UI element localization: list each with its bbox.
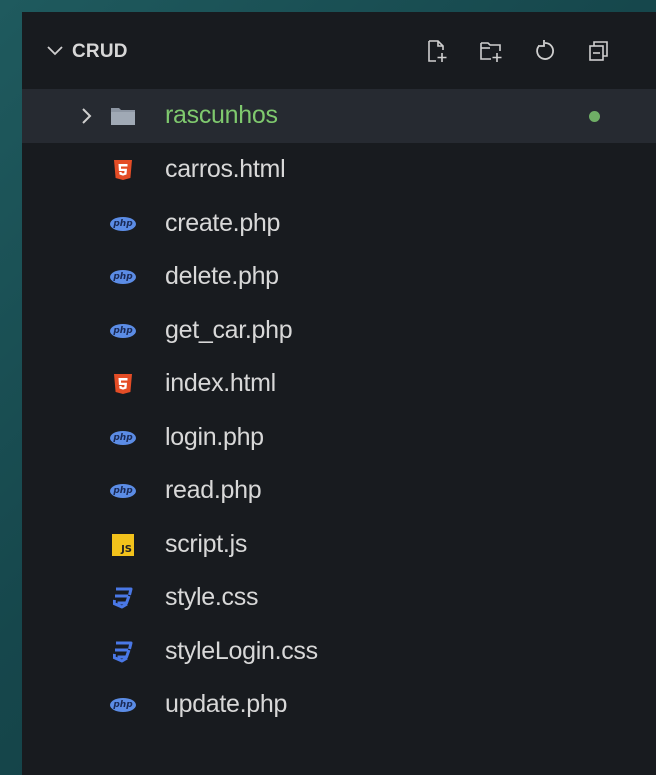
tree-file-index-html[interactable]: index.html: [22, 357, 656, 411]
php-icon: php: [110, 216, 136, 231]
file-label: carros.html: [165, 155, 286, 183]
tree-file-carros-html[interactable]: carros.html: [22, 143, 656, 197]
folder-label: rascunhos: [165, 101, 278, 129]
new-folder-button[interactable]: [476, 36, 506, 66]
file-label: index.html: [165, 369, 276, 397]
chevron-right-icon[interactable]: [78, 106, 96, 126]
javascript-icon: JS: [112, 533, 134, 556]
explorer-panel: CRUD rascunhos carros.html php create.ph…: [22, 12, 656, 775]
file-label: create.php: [165, 208, 281, 237]
folder-icon: [111, 108, 135, 125]
html5-icon: [114, 160, 132, 180]
file-tree: rascunhos carros.html php create.php php…: [22, 89, 656, 732]
new-file-button[interactable]: [422, 36, 452, 66]
file-label: style.css: [165, 583, 259, 611]
refresh-icon: [536, 40, 554, 60]
refresh-button[interactable]: [530, 36, 560, 66]
tree-file-stylelogin-css[interactable]: styleLogin.css: [22, 625, 656, 679]
php-icon: php: [110, 484, 136, 498]
file-label: script.js: [165, 529, 248, 558]
collapse-all-icon: [589, 41, 608, 61]
file-label: login.php: [165, 422, 264, 451]
modified-dot-icon: [589, 111, 600, 122]
tree-file-read-php[interactable]: php read.php: [22, 464, 656, 518]
css3-icon: [113, 587, 133, 609]
tree-file-get-car-php[interactable]: php get_car.php: [22, 304, 656, 358]
file-label: delete.php: [165, 262, 279, 290]
file-label: update.php: [165, 690, 288, 718]
tree-file-style-css[interactable]: style.css: [22, 571, 656, 625]
new-folder-icon: [480, 42, 502, 62]
css3-icon: [113, 641, 133, 662]
php-icon: php: [110, 430, 136, 445]
file-label: styleLogin.css: [165, 636, 318, 665]
php-icon: php: [110, 323, 136, 338]
tree-file-script-js[interactable]: JS script.js: [22, 518, 656, 572]
file-label: get_car.php: [165, 315, 293, 344]
tree-folder-rascunhos[interactable]: rascunhos: [22, 89, 656, 143]
collapse-all-button[interactable]: [584, 36, 614, 66]
php-icon: php: [110, 270, 136, 284]
file-label: read.php: [165, 476, 262, 504]
new-file-icon: [428, 40, 447, 62]
php-icon: php: [110, 698, 136, 712]
tree-file-delete-php[interactable]: php delete.php: [22, 250, 656, 304]
chevron-down-icon[interactable]: [46, 42, 64, 60]
explorer-header: CRUD: [22, 12, 656, 89]
html5-icon: [114, 374, 132, 394]
tree-file-update-php[interactable]: php update.php: [22, 678, 656, 732]
tree-file-create-php[interactable]: php create.php: [22, 197, 656, 251]
explorer-title[interactable]: CRUD: [72, 38, 128, 66]
tree-file-login-php[interactable]: php login.php: [22, 411, 656, 465]
